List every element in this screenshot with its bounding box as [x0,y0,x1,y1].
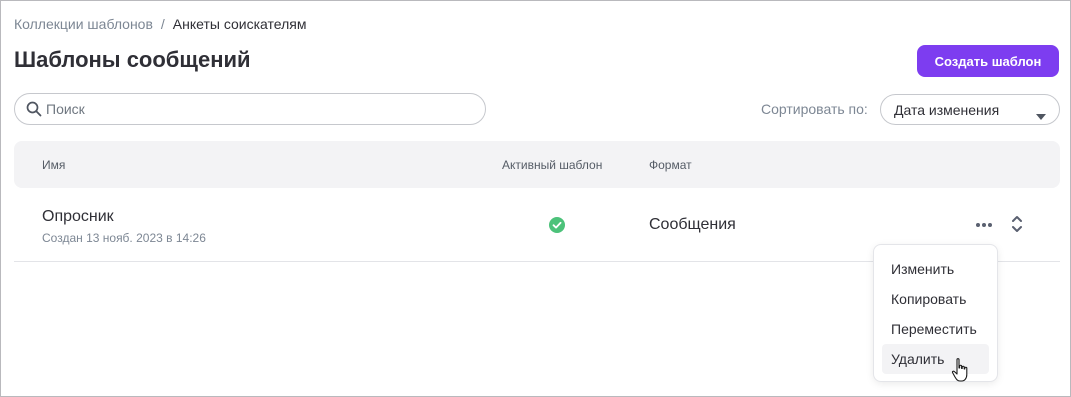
search-box[interactable] [14,93,486,125]
sort-selected-value: Дата изменения [894,101,1000,118]
sort-select[interactable]: Дата изменения [880,94,1060,125]
menu-item-edit[interactable]: Изменить [882,254,989,284]
more-horizontal-icon[interactable] [974,217,994,233]
chevron-up-down-icon[interactable] [1011,215,1023,233]
caret-down-icon [1036,107,1046,123]
check-circle-icon [549,217,565,233]
breadcrumb-current: Анкеты соискателям [172,16,307,32]
breadcrumb-link-collections[interactable]: Коллекции шаблонов [14,16,153,32]
sort-label: Сортировать по: [761,101,868,117]
menu-item-delete[interactable]: Удалить [882,344,989,374]
column-header-active[interactable]: Активный шаблон [502,158,602,172]
context-menu: Изменить Копировать Переместить Удалить [873,244,998,382]
menu-item-move[interactable]: Переместить [882,314,989,344]
search-input[interactable] [46,101,466,117]
window-frame: Коллекции шаблонов / Анкеты соискателям … [0,0,1071,397]
hand-pointer-icon [951,357,971,383]
breadcrumb-separator: / [160,16,165,32]
search-icon [26,101,42,117]
page-title: Шаблоны сообщений [14,47,251,72]
template-name[interactable]: Опросник [42,208,114,226]
column-header-format[interactable]: Формат [649,158,692,172]
template-created-date: Создан 13 нояб. 2023 в 14:26 [42,231,206,245]
breadcrumb: Коллекции шаблонов / Анкеты соискателям [14,16,306,32]
create-template-button[interactable]: Создать шаблон [917,45,1059,77]
table-header: Имя Активный шаблон Формат [14,141,1060,188]
menu-item-copy[interactable]: Копировать [882,284,989,314]
template-format: Сообщения [649,216,736,233]
column-header-name[interactable]: Имя [42,158,65,172]
